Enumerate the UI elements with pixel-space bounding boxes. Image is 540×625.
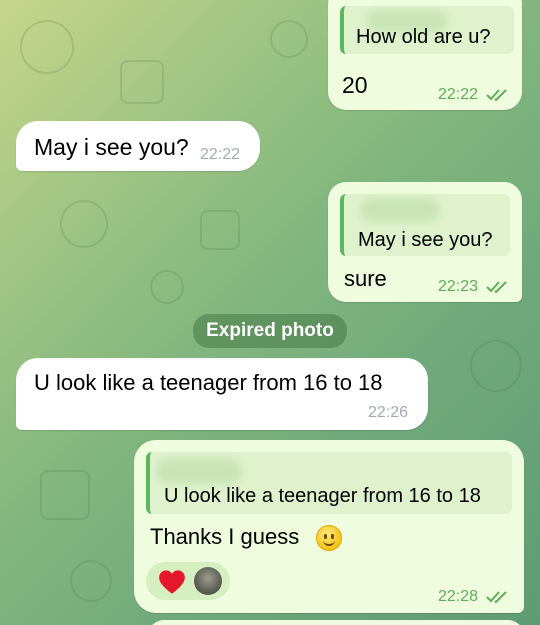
quote-text: U look like a teenager from 16 to 18: [164, 485, 481, 507]
reply-quote[interactable]: May i see you?: [340, 194, 510, 256]
message-bubble-incoming[interactable]: May i see you? 22:22: [16, 121, 260, 171]
message-bubble-outgoing[interactable]: How old are u? 20 22:22: [328, 0, 522, 110]
avatar[interactable]: [194, 567, 222, 595]
quote-text: How old are u?: [356, 26, 491, 48]
doodle-decoration: [60, 200, 108, 248]
message-bubble-outgoing[interactable]: U look like a teenager from 16 to 18 Tha…: [134, 440, 524, 613]
message-text: sure: [344, 266, 387, 291]
double-check-icon: [486, 591, 507, 604]
double-check-icon: [486, 281, 507, 294]
doodle-decoration: [20, 20, 74, 74]
reactions-pill[interactable]: [146, 562, 230, 600]
red-heart-icon[interactable]: [158, 569, 186, 595]
service-message-text: Expired photo: [206, 320, 334, 341]
doodle-decoration: [200, 210, 240, 250]
message-text: Thanks I guess: [150, 524, 300, 549]
double-check-icon: [486, 89, 507, 102]
quote-author-name-blurred: [156, 458, 242, 484]
doodle-decoration: [150, 270, 184, 304]
message-time: 22:26: [368, 404, 409, 421]
reply-quote[interactable]: How old are u?: [340, 6, 514, 54]
message-bubble-incoming[interactable]: U look like a teenager from 16 to 18 22:…: [16, 358, 428, 430]
doodle-decoration: [40, 470, 90, 520]
message-bubble-outgoing-partial[interactable]: [148, 620, 524, 625]
service-message-expired-photo: Expired photo: [193, 314, 347, 348]
message-text: 20: [342, 72, 368, 98]
doodle-decoration: [270, 20, 308, 58]
message-text: U look like a teenager from 16 to 18: [34, 370, 383, 395]
reply-quote[interactable]: U look like a teenager from 16 to 18: [146, 452, 512, 514]
doodle-decoration: [470, 340, 522, 392]
message-time: 22:22: [200, 146, 241, 163]
quote-text: May i see you?: [358, 229, 493, 251]
message-bubble-outgoing[interactable]: May i see you? sure 22:23: [328, 182, 522, 302]
quote-author-name-blurred: [360, 198, 440, 222]
slightly-smiling-face-icon: [316, 525, 342, 551]
message-text: May i see you?: [34, 134, 189, 160]
message-time: 22:23: [438, 278, 479, 295]
message-time: 22:22: [438, 86, 479, 103]
doodle-decoration: [120, 60, 164, 104]
doodle-decoration: [70, 560, 112, 602]
message-time: 22:28: [438, 588, 479, 605]
